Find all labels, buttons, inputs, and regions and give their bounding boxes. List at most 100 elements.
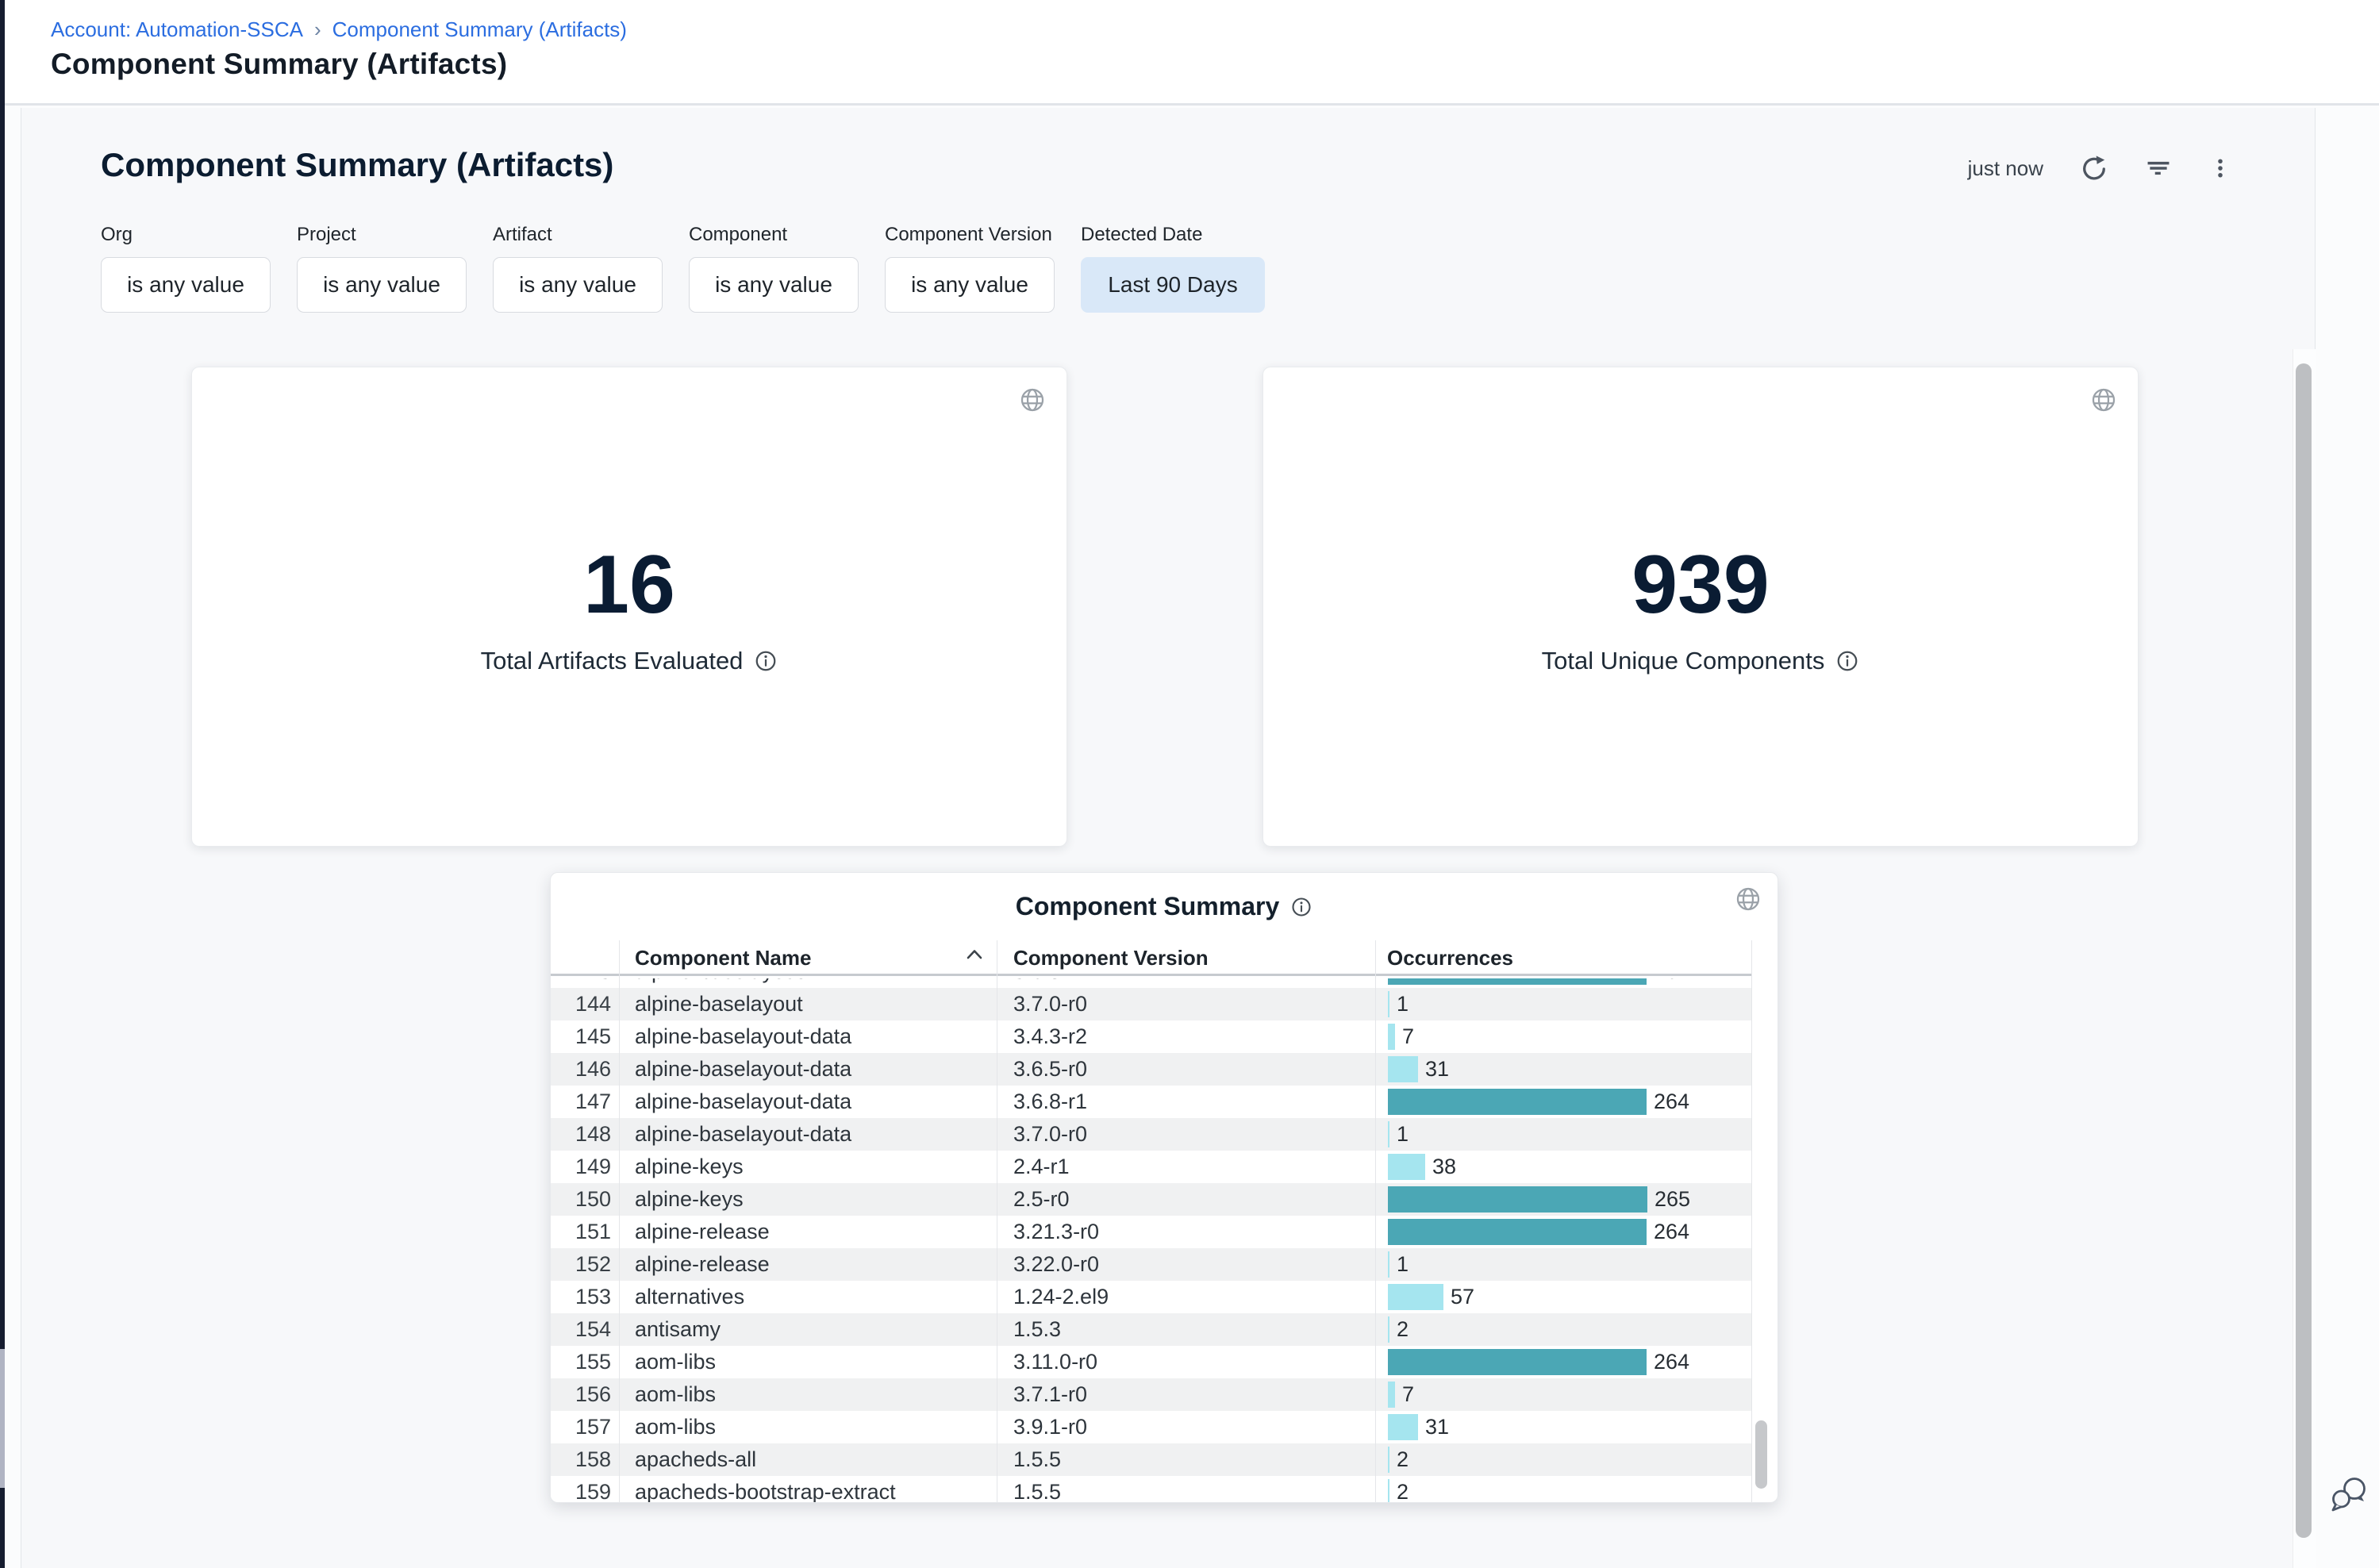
occurrence-value: 265 bbox=[1655, 1187, 1690, 1212]
occurrence-bar bbox=[1388, 1316, 1389, 1343]
table-row: 143 alpine-baselayout 3.6.8-r1 264 bbox=[551, 978, 1751, 988]
filter-group: Component Version is any value bbox=[885, 224, 1055, 313]
occurrence-value: 264 bbox=[1654, 1090, 1689, 1114]
component-name-cell: alpine-release bbox=[619, 1252, 997, 1277]
collapsed-sidebar[interactable] bbox=[0, 0, 5, 1568]
row-index: 152 bbox=[551, 1252, 619, 1277]
occurrence-value: 1 bbox=[1397, 992, 1409, 1017]
component-name-cell: alpine-keys bbox=[619, 1155, 997, 1179]
breadcrumb-separator-icon: › bbox=[314, 17, 321, 42]
occurrence-bar bbox=[1388, 1479, 1389, 1503]
occurrence-bar bbox=[1388, 991, 1389, 1017]
occurrences-cell: 38 bbox=[1375, 1154, 1751, 1180]
component-name-cell: apacheds-bootstrap-extract bbox=[619, 1480, 997, 1503]
occurrence-value: 1 bbox=[1397, 1122, 1409, 1147]
refresh-icon bbox=[2080, 154, 2108, 183]
stat-label-row: Total Artifacts Evaluated bbox=[192, 647, 1067, 675]
more-options-button[interactable] bbox=[2208, 156, 2232, 180]
table-row: 159 apacheds-bootstrap-extract 1.5.5 2 bbox=[551, 1476, 1751, 1503]
filter-value-button[interactable]: is any value bbox=[689, 257, 859, 313]
occurrence-value: 264 bbox=[1654, 1220, 1689, 1244]
occurrences-cell: 2 bbox=[1375, 1479, 1751, 1503]
occurrence-bar bbox=[1388, 1219, 1647, 1245]
filter-label: Component bbox=[689, 224, 859, 246]
component-name-cell: antisamy bbox=[619, 1317, 997, 1342]
globe-icon[interactable] bbox=[1019, 386, 1046, 413]
component-version-cell: 3.7.1-r0 bbox=[997, 1382, 1375, 1407]
stat-label: Total Unique Components bbox=[1542, 647, 1825, 675]
table-scrollbar-thumb[interactable] bbox=[1755, 1420, 1767, 1489]
component-version-cell: 2.5-r0 bbox=[997, 1187, 1375, 1212]
occurrence-bar bbox=[1388, 1284, 1443, 1310]
column-header-component-name[interactable]: Component Name bbox=[635, 940, 811, 976]
occurrence-bar bbox=[1388, 978, 1647, 985]
filter-icon bbox=[2145, 155, 2172, 182]
occurrence-value: 57 bbox=[1451, 1285, 1474, 1309]
filters-row: Org is any value Project is any value Ar… bbox=[101, 224, 1265, 313]
occurrence-bar bbox=[1388, 1089, 1647, 1115]
stat-label: Total Artifacts Evaluated bbox=[481, 647, 744, 675]
occurrence-bar bbox=[1388, 1447, 1389, 1473]
filter-value-button[interactable]: is any value bbox=[493, 257, 663, 313]
filter-button[interactable] bbox=[2145, 155, 2172, 182]
page-scrollbar-thumb[interactable] bbox=[2296, 363, 2312, 1538]
table-row: 147 alpine-baselayout-data 3.6.8-r1 264 bbox=[551, 1086, 1751, 1118]
component-version-cell: 3.21.3-r0 bbox=[997, 1220, 1375, 1244]
component-name-cell: alpine-release bbox=[619, 1220, 997, 1244]
component-name-cell: aom-libs bbox=[619, 1382, 997, 1407]
occurrence-bar bbox=[1388, 1349, 1647, 1375]
table-title: Component Summary bbox=[1016, 892, 1279, 921]
stat-value: 939 bbox=[1263, 544, 2138, 626]
breadcrumb-account-link[interactable]: Account: Automation-SSCA bbox=[51, 17, 303, 42]
sidebar-scroll-thumb[interactable] bbox=[0, 1349, 5, 1488]
filter-value-button[interactable]: Last 90 Days bbox=[1081, 257, 1265, 313]
breadcrumb-current-link[interactable]: Component Summary (Artifacts) bbox=[332, 17, 627, 42]
occurrence-value: 264 bbox=[1654, 978, 1689, 984]
table-header: Component Name Component Version Occurre… bbox=[551, 940, 1751, 976]
row-index: 147 bbox=[551, 1090, 619, 1114]
chat-help-button[interactable] bbox=[2328, 1473, 2373, 1517]
row-index: 158 bbox=[551, 1447, 619, 1472]
filter-label: Org bbox=[101, 224, 271, 246]
component-version-cell: 2.4-r1 bbox=[997, 1155, 1375, 1179]
stat-card-unique-components: 939 Total Unique Components bbox=[1263, 367, 2139, 847]
occurrences-cell: 7 bbox=[1375, 1024, 1751, 1050]
filter-value-button[interactable]: is any value bbox=[297, 257, 467, 313]
row-index: 154 bbox=[551, 1317, 619, 1342]
occurrence-bar bbox=[1388, 1251, 1389, 1278]
occurrences-cell: 31 bbox=[1375, 1414, 1751, 1440]
occurrence-bar bbox=[1388, 1121, 1389, 1147]
occurrence-value: 2 bbox=[1397, 1447, 1409, 1472]
occurrence-value: 7 bbox=[1402, 1024, 1414, 1049]
row-index: 150 bbox=[551, 1187, 619, 1212]
occurrence-bar bbox=[1388, 1154, 1425, 1180]
occurrences-cell: 264 bbox=[1375, 1089, 1751, 1115]
occurrences-cell: 1 bbox=[1375, 1251, 1751, 1278]
filter-value-button[interactable]: is any value bbox=[885, 257, 1055, 313]
row-index: 157 bbox=[551, 1415, 619, 1439]
globe-icon[interactable] bbox=[1735, 886, 1762, 913]
refresh-button[interactable] bbox=[2080, 154, 2108, 183]
occurrence-value: 2 bbox=[1397, 1480, 1409, 1503]
globe-icon[interactable] bbox=[2090, 386, 2117, 413]
info-icon[interactable] bbox=[1290, 896, 1312, 918]
occurrence-value: 264 bbox=[1654, 1350, 1689, 1374]
column-header-component-version[interactable]: Component Version bbox=[1013, 940, 1209, 976]
last-refreshed-label: just now bbox=[1968, 156, 2043, 181]
top-header: Account: Automation-SSCA › Component Sum… bbox=[5, 0, 2379, 106]
info-icon[interactable] bbox=[754, 649, 778, 673]
filter-value-button[interactable]: is any value bbox=[101, 257, 271, 313]
occurrence-bar bbox=[1388, 1186, 1647, 1213]
component-name-cell: alpine-keys bbox=[619, 1187, 997, 1212]
info-icon[interactable] bbox=[1835, 649, 1859, 673]
chat-bubbles-icon bbox=[2328, 1473, 2373, 1517]
table-row: 149 alpine-keys 2.4-r1 38 bbox=[551, 1151, 1751, 1183]
table-body[interactable]: 143 alpine-baselayout 3.6.8-r1 264 144 a… bbox=[551, 978, 1751, 1503]
occurrences-cell: 7 bbox=[1375, 1382, 1751, 1408]
sort-ascending-icon[interactable] bbox=[965, 948, 984, 960]
table-rows-container: 143 alpine-baselayout 3.6.8-r1 264 144 a… bbox=[551, 978, 1751, 1503]
component-name-cell: alternatives bbox=[619, 1285, 997, 1309]
column-header-occurrences[interactable]: Occurrences bbox=[1387, 940, 1513, 976]
table-title-row: Component Summary bbox=[551, 892, 1778, 921]
row-index: 143 bbox=[551, 978, 619, 984]
